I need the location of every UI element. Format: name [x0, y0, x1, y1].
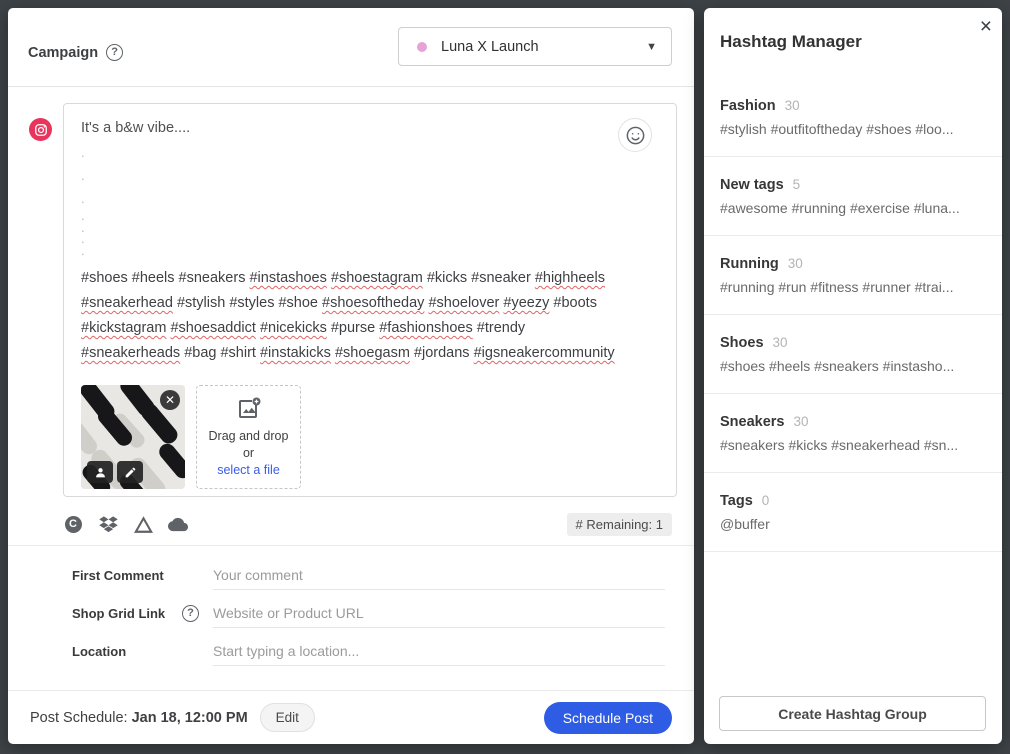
group-name: Tags: [720, 493, 753, 509]
dropzone-text: Drag and drop or: [203, 428, 294, 462]
group-count: 0: [762, 493, 770, 508]
hashtag-line: #sneakerheads #bag #shirt #instakicks #s…: [81, 341, 659, 366]
group-count: 5: [793, 177, 801, 192]
create-hashtag-group-button[interactable]: Create Hashtag Group: [719, 696, 986, 731]
group-preview: #awesome #running #exercise #luna...: [720, 200, 984, 216]
group-count: 30: [785, 98, 800, 113]
location-row: Location: [72, 632, 665, 670]
group-name: Fashion: [720, 98, 776, 114]
campaign-selected-value: Luna X Launch: [441, 39, 646, 55]
group-count: 30: [788, 256, 803, 271]
hashtag-manager-title: Hashtag Manager: [720, 32, 862, 52]
hashtag-group-running[interactable]: Running 30 #running #run #fitness #runne…: [704, 236, 1002, 315]
campaign-help-icon[interactable]: ?: [106, 44, 123, 61]
onedrive-cloud-icon[interactable]: [168, 514, 188, 534]
post-hashtags: #shoes #heels #sneakers #instashoes #sho…: [81, 266, 659, 366]
composer-header: Campaign ? Luna X Launch ▼: [8, 8, 694, 87]
hashtag-group-fashion[interactable]: Fashion 30 #stylish #outfitoftheday #sho…: [704, 78, 1002, 157]
group-count: 30: [794, 414, 809, 429]
google-drive-icon[interactable]: [133, 514, 153, 534]
post-caption: It's a b&w vibe....: [81, 118, 659, 138]
divider: [8, 545, 694, 546]
post-schedule-label: Post Schedule:: [30, 710, 128, 726]
hashtag-remaining-badge: # Remaining: 1: [567, 513, 672, 536]
integrations-toolbar: C # Remaining: 1: [63, 508, 677, 540]
tag-people-icon[interactable]: [87, 461, 113, 483]
close-icon[interactable]: ×: [980, 16, 992, 37]
campaign-field: Campaign ?: [28, 44, 123, 61]
shop-grid-link-row: Shop Grid Link ?: [72, 594, 665, 632]
emoji-picker-button[interactable]: [618, 118, 652, 152]
composer-footer: Post Schedule: Jan 18, 12:00 PM Edit Sch…: [8, 690, 694, 744]
schedule-post-button[interactable]: Schedule Post: [544, 702, 672, 734]
extra-fields: First Comment Shop Grid Link ? Location: [72, 556, 665, 670]
thumbnail-tools: [87, 461, 143, 483]
dot-line: .: [81, 187, 659, 210]
shop-grid-help-icon[interactable]: ?: [182, 605, 199, 622]
hashtag-group-list: Fashion 30 #stylish #outfitoftheday #sho…: [704, 78, 1002, 552]
group-name: Shoes: [720, 335, 764, 351]
select-file-link[interactable]: select a file: [217, 462, 280, 479]
group-name: Sneakers: [720, 414, 785, 430]
group-preview: #sneakers #kicks #sneakerhead #sn...: [720, 437, 984, 453]
first-comment-input[interactable]: [213, 560, 665, 590]
edit-image-icon[interactable]: [117, 461, 143, 483]
campaign-dropdown[interactable]: Luna X Launch ▼: [398, 27, 672, 66]
group-name: Running: [720, 256, 779, 272]
post-composer-modal: Campaign ? Luna X Launch ▼: [8, 8, 694, 744]
hashtag-group-sneakers[interactable]: Sneakers 30 #sneakers #kicks #sneakerhea…: [704, 394, 1002, 473]
hashtag-line: #kickstagram #shoesaddict #nicekicks #pu…: [81, 316, 659, 341]
hashtag-line: #sneakerhead #stylish #styles #shoe #sho…: [81, 291, 659, 316]
dot-line: .: [81, 233, 659, 245]
first-comment-row: First Comment: [72, 556, 665, 594]
caption-spacer-dots: . . . . . . .: [81, 141, 659, 256]
group-preview: @buffer: [720, 516, 984, 532]
chevron-down-icon: ▼: [646, 41, 657, 53]
campaign-label: Campaign: [28, 45, 98, 61]
post-image-thumbnail[interactable]: ✕: [81, 385, 185, 489]
dot-line: .: [81, 245, 659, 257]
group-name: New tags: [720, 177, 784, 193]
dot-line: .: [81, 222, 659, 234]
location-input[interactable]: [213, 636, 665, 666]
shop-grid-link-input[interactable]: [213, 598, 665, 628]
group-preview: #shoes #heels #sneakers #instasho...: [720, 358, 984, 374]
hashtag-group-new-tags[interactable]: New tags 5 #awesome #running #exercise #…: [704, 157, 1002, 236]
dot-line: .: [81, 210, 659, 222]
dropbox-icon[interactable]: [98, 514, 118, 534]
modal-backdrop: Campaign ? Luna X Launch ▼: [0, 0, 1010, 754]
post-schedule-text: Post Schedule: Jan 18, 12:00 PM: [30, 710, 248, 726]
campaign-color-dot: [417, 42, 427, 52]
hashtag-manager-panel: × Hashtag Manager Fashion 30 #stylish #o…: [704, 8, 1002, 744]
hashtag-group-tags[interactable]: Tags 0 @buffer: [704, 473, 1002, 552]
dot-line: .: [81, 141, 659, 164]
post-text-editor[interactable]: It's a b&w vibe.... . . . . . . . #shoes…: [63, 103, 677, 497]
remove-image-icon[interactable]: ✕: [160, 390, 180, 410]
first-comment-label: First Comment: [72, 568, 180, 583]
hashtag-group-shoes[interactable]: Shoes 30 #shoes #heels #sneakers #instas…: [704, 315, 1002, 394]
shop-grid-link-label: Shop Grid Link: [72, 606, 180, 621]
file-dropzone[interactable]: Drag and drop or select a file: [196, 385, 301, 489]
add-photo-icon: [236, 396, 262, 422]
hashtag-line: #shoes #heels #sneakers #instashoes #sho…: [81, 266, 659, 291]
post-schedule-value: Jan 18, 12:00 PM: [132, 710, 248, 726]
instagram-icon: [29, 118, 52, 141]
dot-line: .: [81, 164, 659, 187]
media-attachments-row: ✕: [81, 385, 659, 489]
group-count: 30: [773, 335, 788, 350]
canva-icon[interactable]: C: [63, 514, 83, 534]
location-label: Location: [72, 644, 180, 659]
edit-schedule-button[interactable]: Edit: [260, 703, 315, 732]
group-preview: #stylish #outfitoftheday #shoes #loo...: [720, 121, 984, 137]
group-preview: #running #run #fitness #runner #trai...: [720, 279, 984, 295]
